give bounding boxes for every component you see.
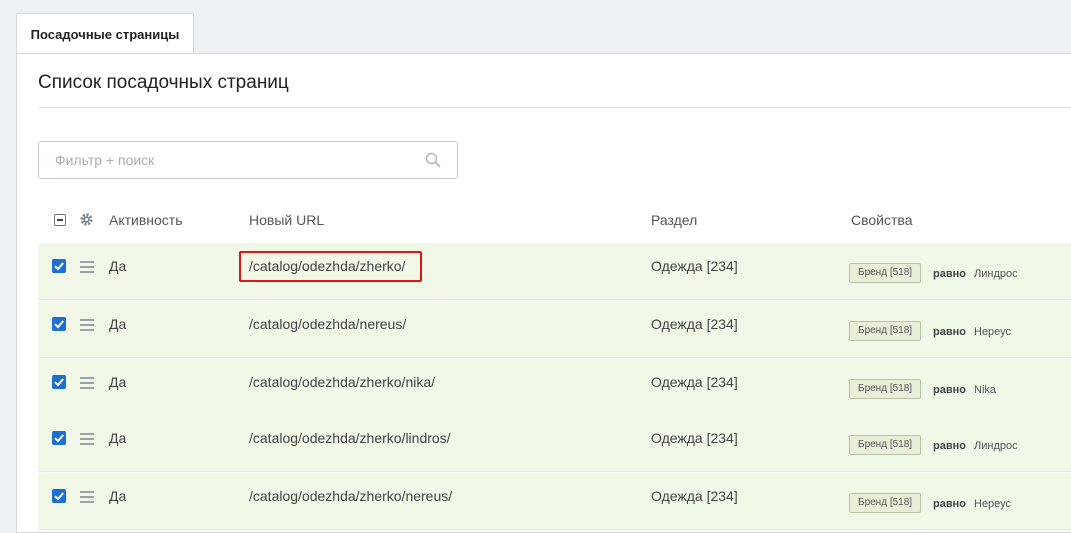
section-cell: Одежда [234] <box>651 374 738 390</box>
property-badge: Бренд [518] <box>849 263 922 283</box>
tab-landing-pages[interactable]: Посадочные страницы <box>16 13 194 54</box>
divider <box>38 107 1071 108</box>
checkmark-icon <box>54 320 64 329</box>
property-badge: Бренд [518] <box>849 321 922 341</box>
drag-handle-icon[interactable] <box>80 433 94 445</box>
select-all-checkbox[interactable] <box>54 214 66 226</box>
property-condition: равно <box>933 326 966 338</box>
drag-handle-icon[interactable] <box>80 491 94 503</box>
page-title: Список посадочных страниц <box>38 72 289 93</box>
highlight-box <box>239 251 422 282</box>
search-icon[interactable] <box>425 152 441 168</box>
table-header: Активность Новый URL Раздел Свойства <box>38 196 1071 242</box>
tab-bar: Посадочные страницы <box>0 0 1071 54</box>
column-header-new-url[interactable]: Новый URL <box>249 212 324 228</box>
checkmark-icon <box>54 492 64 501</box>
table-row[interactable]: Да /catalog/odezhda/zherko/nika/ Одежда … <box>38 359 1071 416</box>
property-value: Линдрос <box>974 268 1018 280</box>
drag-handle-icon[interactable] <box>80 377 94 389</box>
drag-handle-icon[interactable] <box>80 319 94 331</box>
property-badge: Бренд [518] <box>849 379 922 399</box>
table-row[interactable]: Да /catalog/odezhda/zherko/lindros/ Одеж… <box>38 415 1071 472</box>
property-condition: равно <box>933 268 966 280</box>
property-value: Nika <box>974 384 997 396</box>
property-badge: Бренд [518] <box>849 493 922 513</box>
row-checkbox[interactable] <box>52 431 66 445</box>
column-header-activity[interactable]: Активность <box>109 212 183 228</box>
main-panel: Список посадочных страниц Активность Нов… <box>16 53 1071 533</box>
checkmark-icon <box>54 262 64 271</box>
section-cell: Одежда [234] <box>651 430 738 446</box>
filter-search <box>38 141 458 179</box>
gear-icon[interactable] <box>79 212 94 227</box>
table-row[interactable]: Да /catalog/odezhda/zherko/ Одежда [234]… <box>38 243 1071 300</box>
section-cell: Одежда [234] <box>651 258 738 274</box>
property-value: Линдрос <box>974 440 1018 452</box>
table-row[interactable]: Да /catalog/odezhda/zherko/nereus/ Одежд… <box>38 473 1071 530</box>
row-checkbox[interactable] <box>52 259 66 273</box>
activity-cell: Да <box>109 488 127 504</box>
property-value: Нереус <box>974 326 1012 338</box>
property-condition: равно <box>933 440 966 452</box>
section-cell: Одежда [234] <box>651 488 738 504</box>
property-value: Нереус <box>974 498 1012 510</box>
activity-cell: Да <box>109 316 127 332</box>
search-input[interactable] <box>39 142 419 178</box>
activity-cell: Да <box>109 374 127 390</box>
url-link[interactable]: /catalog/odezhda/zherko/nika/ <box>249 374 435 390</box>
row-checkbox[interactable] <box>52 317 66 331</box>
table-row[interactable]: Да /catalog/odezhda/nereus/ Одежда [234]… <box>38 301 1071 358</box>
row-checkbox[interactable] <box>52 489 66 503</box>
property-condition: равно <box>933 498 966 510</box>
row-checkbox[interactable] <box>52 375 66 389</box>
url-link[interactable]: /catalog/odezhda/zherko/nereus/ <box>249 488 452 504</box>
url-link[interactable]: /catalog/odezhda/zherko/lindros/ <box>249 430 451 446</box>
activity-cell: Да <box>109 430 127 446</box>
property-badge: Бренд [518] <box>849 435 922 455</box>
section-cell: Одежда [234] <box>651 316 738 332</box>
property-condition: равно <box>933 384 966 396</box>
column-header-section[interactable]: Раздел <box>651 212 697 228</box>
drag-handle-icon[interactable] <box>80 261 94 273</box>
checkmark-icon <box>54 434 64 443</box>
column-header-properties[interactable]: Свойства <box>851 212 912 228</box>
url-link[interactable]: /catalog/odezhda/nereus/ <box>249 316 406 332</box>
checkmark-icon <box>54 378 64 387</box>
activity-cell: Да <box>109 258 127 274</box>
